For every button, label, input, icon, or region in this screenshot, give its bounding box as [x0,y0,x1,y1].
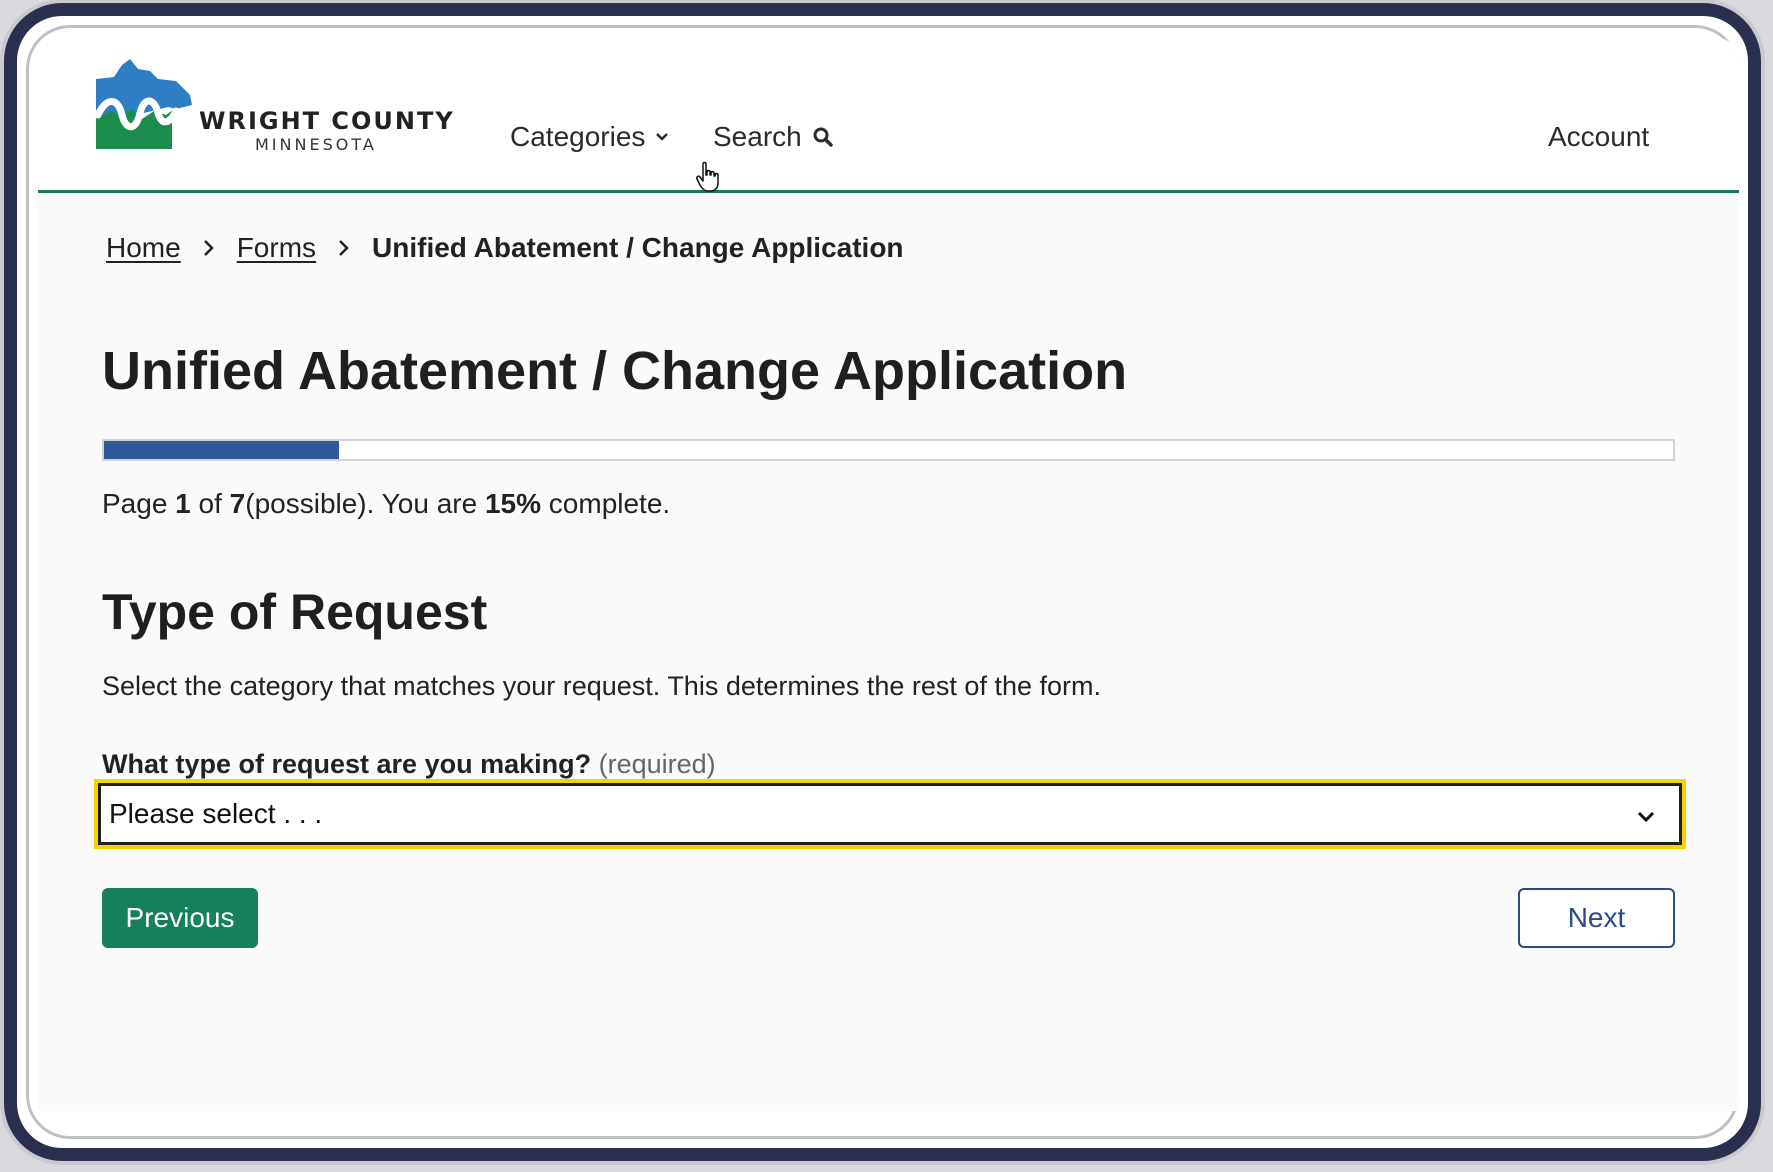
nav-account-label: Account [1548,121,1650,152]
required-indicator: (required) [598,749,716,779]
logo-state: MINNESOTA [255,135,377,154]
site-header: WRIGHT COUNTY MINNESOTA Categories Searc… [38,37,1739,193]
progress-page: 1 [175,488,191,519]
page-title: Unified Abatement / Change Application [102,341,1128,401]
section-title: Type of Request [102,584,488,640]
wright-county-logo[interactable]: WRIGHT COUNTY MINNESOTA [92,57,462,163]
search-icon [812,126,834,148]
device-frame: WRIGHT COUNTY MINNESOTA Categories Searc… [4,3,1761,1161]
nav-categories-label: Categories [510,121,646,152]
progress-bar [102,439,1675,461]
request-type-label: What type of request are you making? (re… [102,749,716,780]
chevron-right-icon [338,239,350,257]
next-button[interactable]: Next [1518,888,1675,948]
browser-viewport: WRIGHT COUNTY MINNESOTA Categories Searc… [38,37,1739,1111]
progress-text: Page 1 of 7(possible). You are 15% compl… [102,488,670,520]
select-value: Please select . . . [109,798,323,829]
breadcrumb-home[interactable]: Home [106,232,181,264]
device-screen: WRIGHT COUNTY MINNESOTA Categories Searc… [26,25,1739,1139]
request-type-select[interactable]: Please select . . . [94,779,1686,849]
progress-total: 7 [229,488,246,519]
hand-cursor-icon [695,161,723,198]
breadcrumb-forms[interactable]: Forms [237,232,316,264]
progress-fill [104,441,340,459]
progress-percent: 15% [484,488,542,519]
breadcrumb: Home Forms Unified Abatement / Change Ap… [106,232,904,264]
nav-categories[interactable]: Categories [510,121,669,153]
progress-of: of [190,488,230,519]
request-type-label-text: What type of request are you making? [102,749,592,779]
previous-button[interactable]: Previous [102,888,258,948]
nav-search[interactable]: Search [713,121,834,153]
instructions-text: Select the category that matches your re… [102,671,1101,701]
breadcrumb-current: Unified Abatement / Change Application [372,232,904,263]
progress-prefix: Page [102,488,176,519]
logo-name: WRIGHT COUNTY [199,107,455,135]
progress-suffix: (possible). You are [245,488,485,519]
nav-search-label: Search [713,121,802,152]
logo-mark-icon [94,59,192,149]
chevron-down-icon [655,132,669,142]
chevron-right-icon [203,239,215,257]
chevron-down-icon [1637,798,1655,830]
progress-end: complete. [541,488,671,519]
nav-account[interactable]: Account [1548,121,1649,153]
